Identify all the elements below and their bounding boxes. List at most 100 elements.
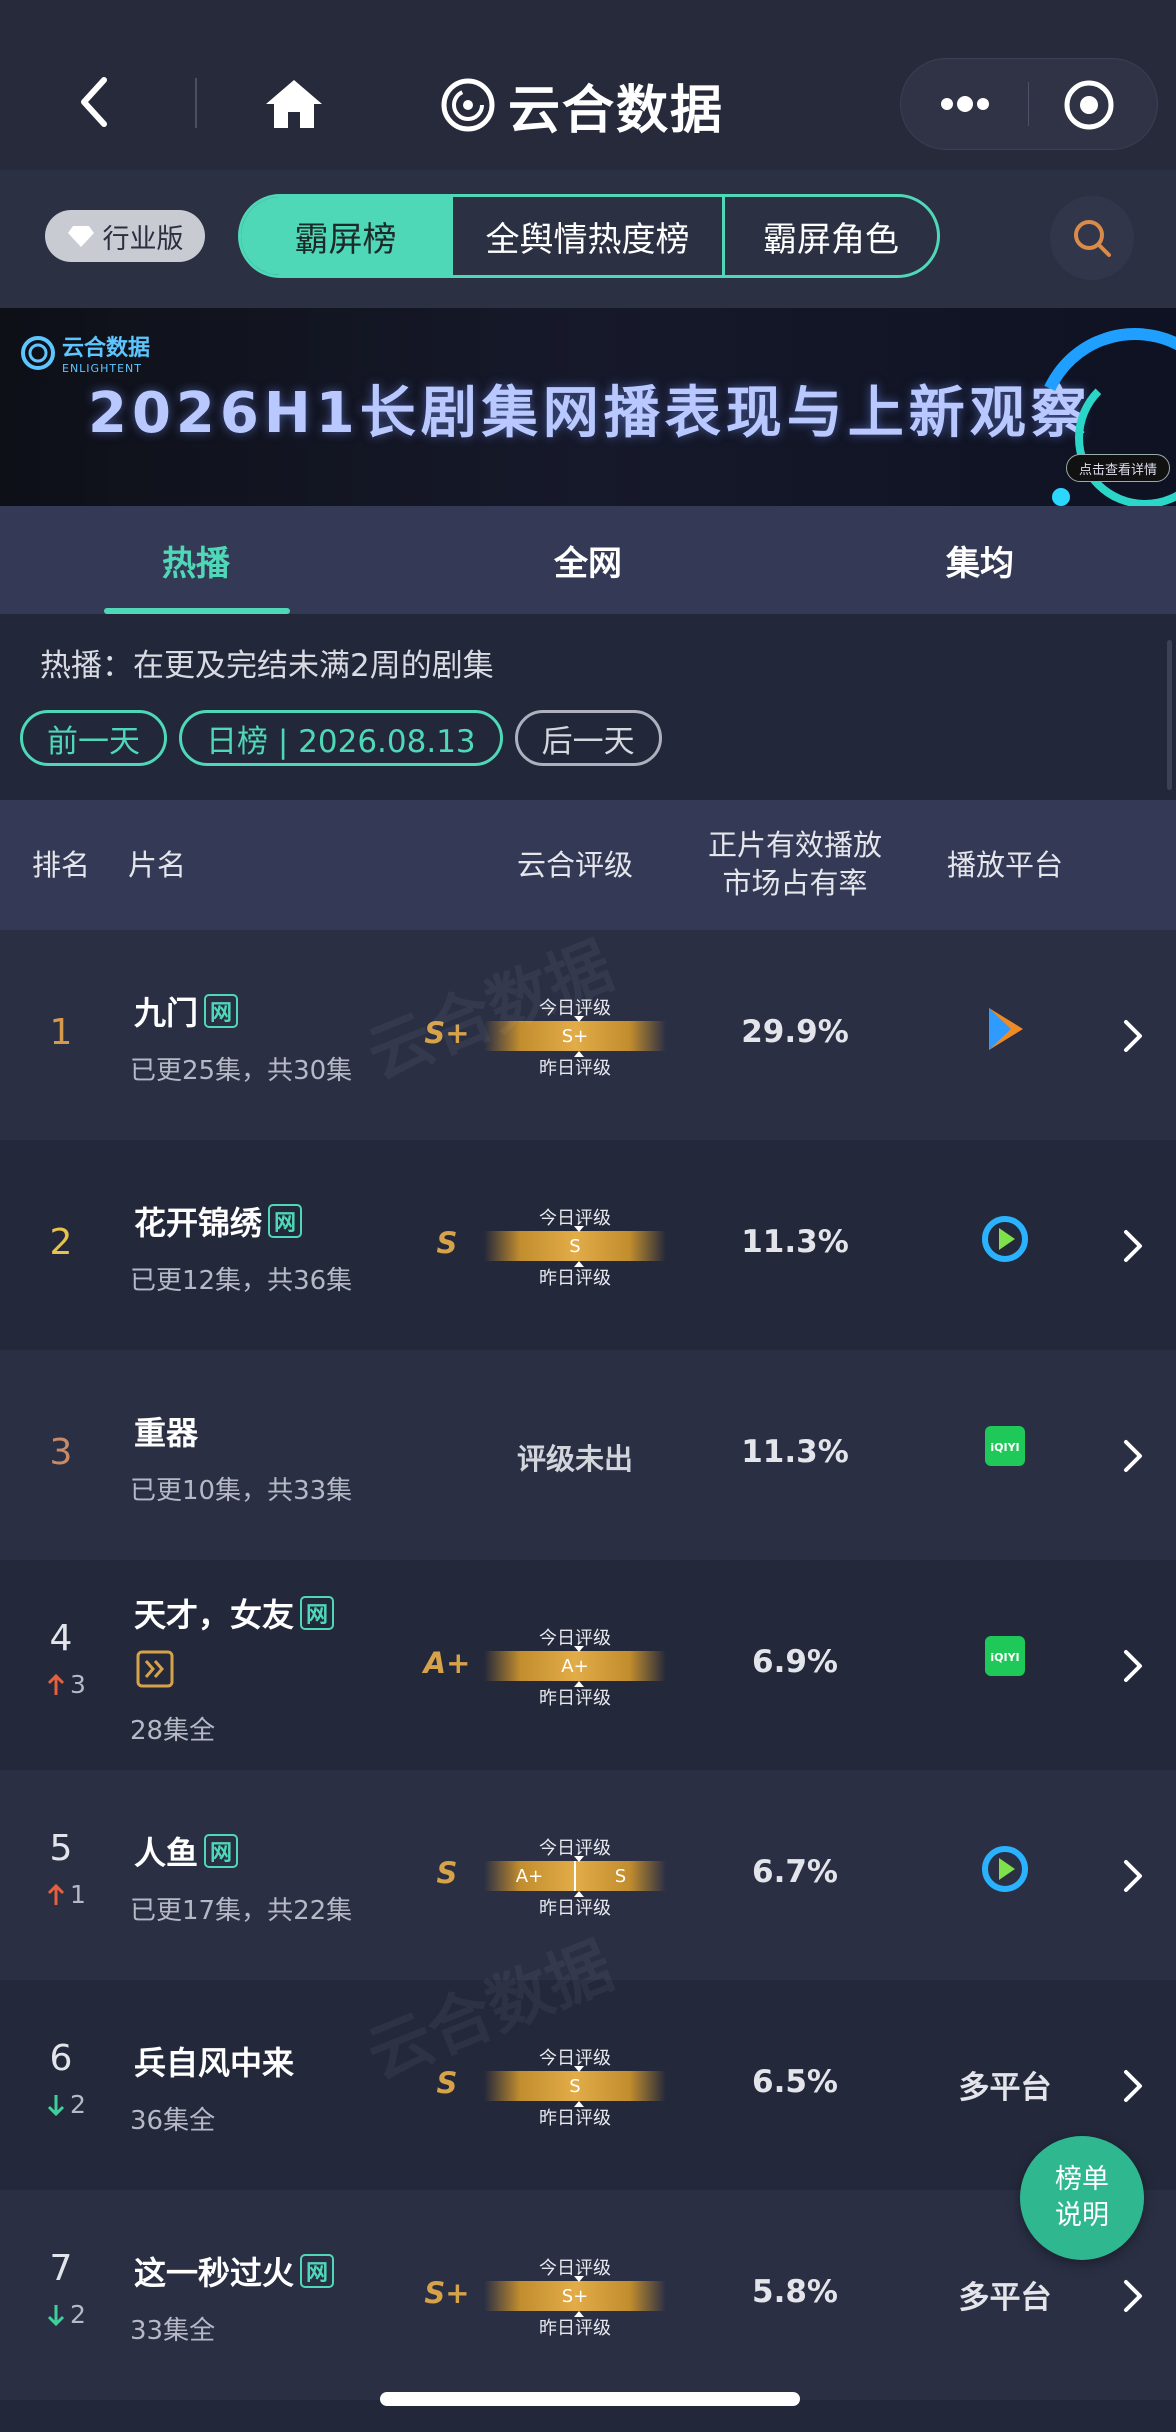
rating-yesterday-label: 昨日评级 — [539, 1898, 611, 1919]
drama-title-text: 兵自风中来 — [134, 2044, 295, 2082]
rank-change: 3 — [36, 1670, 96, 1699]
market-share: 11.3% — [741, 1434, 849, 1470]
banner-decoration-dot — [1052, 488, 1070, 506]
edition-badge[interactable]: 行业版 — [45, 210, 205, 262]
table-row[interactable]: 5 1 人鱼网已更17集，共22集 S 今日评级 A+ S 昨日评级 6.7% — [0, 1770, 1176, 1980]
table-header: 排名 片名 云合评级 正片有效播放 市场占有率 播放平台 — [0, 800, 1176, 930]
more-icon[interactable] — [935, 82, 995, 126]
scope-tabs: 热播 全网 集均 — [0, 506, 1176, 614]
home-indicator[interactable] — [380, 2392, 800, 2406]
rating-bar: 今日评级 A+ 昨日评级 — [484, 1624, 666, 1709]
drama-title[interactable]: 这一秒过火网 — [134, 2248, 335, 2294]
episode-info: 已更12集，共36集 — [130, 1266, 353, 1296]
chevron-right-icon[interactable] — [1118, 1016, 1146, 1056]
rank-number: 1 — [49, 1012, 73, 1053]
episode-info: 28集全 — [130, 1716, 216, 1746]
drama-title[interactable]: 重器 — [134, 1408, 198, 1454]
rating-bar: 今日评级 S 昨日评级 — [484, 1204, 666, 1289]
svg-text:iQIYI: iQIYI — [990, 1651, 1019, 1664]
rank-up-icon — [47, 1883, 65, 1905]
platform-multi: 多平台 — [958, 2070, 1052, 2106]
chevron-right-icon[interactable] — [1118, 1226, 1146, 1266]
rating-yesterday-label: 昨日评级 — [539, 2108, 611, 2129]
tab-quanyuqing[interactable]: 全舆情热度榜 — [453, 197, 725, 275]
svg-text:iQIYI: iQIYI — [990, 1441, 1019, 1454]
tab-rebo[interactable]: 热播 — [0, 506, 392, 614]
table-row[interactable]: 3 重器 已更10集，共33集 评级未出 11.3% iQIYI — [0, 1350, 1176, 1560]
banner-title: 2026H1长剧集网播表现与上新观察 — [88, 381, 1092, 446]
table-row[interactable]: 6 2 兵自风中来 36集全 S 今日评级 S 昨日评级 6.5% 多平台 — [0, 1980, 1176, 2190]
search-button[interactable] — [1050, 196, 1134, 280]
chevron-right-icon[interactable] — [1118, 1856, 1146, 1896]
rank-change-value: 3 — [70, 1670, 86, 1699]
youku-icon[interactable] — [981, 1844, 1029, 1894]
rank-number: 2 — [49, 1222, 73, 1263]
table-row[interactable]: 2 花开锦绣网已更12集，共36集 S 今日评级 S 昨日评级 11.3% — [0, 1140, 1176, 1350]
rating-grade: A+ — [423, 1646, 471, 1680]
ranking-type-bar: 行业版 霸屏榜 全舆情热度榜 霸屏角色 — [0, 170, 1176, 308]
search-icon — [1074, 220, 1111, 257]
table-row[interactable]: 7 2 这一秒过火网 33集全 S+ 今日评级 S+ 昨日评级 5.8% 多平台 — [0, 2190, 1176, 2400]
home-icon[interactable] — [262, 74, 326, 134]
episode-info: 已更25集，共30集 — [130, 1056, 353, 1086]
web-drama-tag: 网 — [300, 2254, 335, 2288]
chevron-right-icon[interactable] — [1118, 1646, 1146, 1686]
chevron-right-icon[interactable] — [1118, 2066, 1146, 2106]
youku-icon[interactable] — [981, 1214, 1029, 1264]
rating-tick-top — [574, 1646, 584, 1652]
chevron-right-icon[interactable] — [1118, 2276, 1146, 2316]
rating-grade: S+ — [424, 2276, 470, 2310]
scrollbar[interactable] — [1167, 640, 1172, 790]
promo-banner[interactable]: 云合数据 ENLIGHTENT 2026H1长剧集网播表现与上新观察 点击查看详… — [0, 308, 1176, 506]
episode-info: 36集全 — [130, 2106, 216, 2136]
tencent-video-icon[interactable] — [981, 1004, 1029, 1054]
rating-grade: S — [436, 1226, 458, 1260]
rating-grade: S+ — [424, 1016, 470, 1050]
tab-quanwang[interactable]: 全网 — [392, 506, 784, 614]
banner-cta[interactable]: 点击查看详情 — [1066, 454, 1170, 482]
tab-bapingjuese[interactable]: 霸屏角色 — [725, 197, 937, 275]
platform-cell: iQIYI — [940, 1424, 1070, 1468]
nav-divider — [195, 78, 197, 128]
drama-title-text: 九门 — [134, 994, 199, 1032]
table-row[interactable]: 4 3 天才，女友网 28集全 A+ 今日评级 A+ 昨日评级 6.9% iQIYI — [0, 1560, 1176, 1770]
drama-title-text: 花开锦绣 — [134, 1204, 263, 1242]
rating-tick-top — [574, 2066, 584, 2072]
drama-title[interactable]: 兵自风中来 — [134, 2038, 294, 2084]
platform-cell: 多平台 — [940, 2264, 1070, 2317]
app-title: 云合数据 — [508, 80, 725, 141]
episode-info: 已更17集，共22集 — [130, 1896, 353, 1926]
rank-change-value: 2 — [70, 2300, 86, 2329]
rating-bar-value: S — [569, 1235, 581, 1257]
ranking-explanation-line2: 说明 — [1055, 2200, 1109, 2231]
header-share: 正片有效播放 市场占有率 — [690, 826, 900, 902]
rank-number: 3 — [49, 1432, 73, 1473]
ranking-tabs: 霸屏榜 全舆情热度榜 霸屏角色 — [238, 194, 940, 278]
rating-bar: 今日评级 S 昨日评级 — [484, 2044, 666, 2129]
app-logo: 云合数据 — [440, 70, 725, 141]
drama-title[interactable]: 天才，女友网 — [134, 1590, 335, 1636]
market-share: 5.8% — [752, 2274, 838, 2310]
rating-yesterday-label: 昨日评级 — [539, 1058, 611, 1079]
nav-bar: 云合数据 — [0, 0, 1176, 170]
market-share: 11.3% — [741, 1224, 849, 1260]
rating-tick-top — [574, 1226, 584, 1232]
market-share: 6.5% — [752, 2064, 838, 2100]
iqiyi-icon[interactable]: iQIYI — [983, 1634, 1027, 1678]
back-icon[interactable] — [70, 72, 120, 132]
next-day-button[interactable]: 后一天 — [514, 710, 662, 766]
ranking-explanation-button[interactable]: 榜单 说明 — [1020, 2136, 1144, 2260]
tab-jijun[interactable]: 集均 — [784, 506, 1176, 614]
ranking-description: 热播：在更及完结未满2周的剧集 — [40, 648, 494, 684]
drama-title-text: 重器 — [134, 1414, 199, 1452]
drama-title[interactable]: 九门网 — [134, 988, 239, 1034]
iqiyi-icon[interactable]: iQIYI — [983, 1424, 1027, 1468]
table-row[interactable]: 1 九门网已更25集，共30集 S+ 今日评级 S+ 昨日评级 29.9% — [0, 930, 1176, 1140]
tab-bapingbang[interactable]: 霸屏榜 — [241, 197, 453, 275]
prev-day-button[interactable]: 前一天 — [20, 710, 167, 766]
drama-title[interactable]: 花开锦绣网 — [134, 1198, 303, 1244]
drama-title[interactable]: 人鱼网 — [134, 1828, 239, 1874]
close-miniprogram-icon[interactable] — [1062, 78, 1116, 132]
chevron-right-icon[interactable] — [1118, 1436, 1146, 1476]
current-date-button[interactable]: 日榜 | 2026.08.13 — [179, 710, 503, 766]
